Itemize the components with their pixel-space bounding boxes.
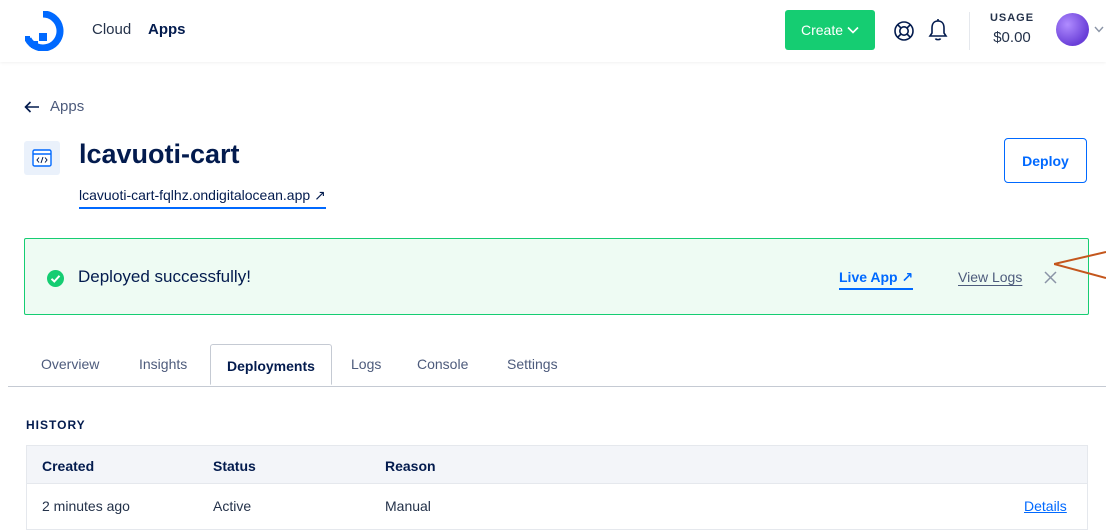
bell-icon[interactable] xyxy=(927,18,949,42)
app-url-text: lcavuoti-cart-fqlhz.ondigitalocean.app xyxy=(79,187,311,203)
history-heading: HISTORY xyxy=(26,418,86,432)
status-cell: Active xyxy=(213,498,252,514)
create-button[interactable]: Create xyxy=(785,10,875,50)
table-header: Created Status Reason xyxy=(27,446,1087,484)
tab-logs[interactable]: Logs xyxy=(351,356,381,372)
usage-label: USAGE xyxy=(989,12,1035,24)
avatar[interactable] xyxy=(1056,13,1089,46)
arrow-left-icon xyxy=(24,100,39,113)
tab-insights[interactable]: Insights xyxy=(139,356,187,372)
chevron-down-icon xyxy=(847,26,859,34)
back-label: Apps xyxy=(50,98,85,115)
usage-divider xyxy=(969,12,970,50)
external-link-icon: ↗ xyxy=(901,269,914,285)
check-circle-icon xyxy=(47,270,64,287)
deploy-success-banner: Deployed successfully! Live App ↗ View L… xyxy=(24,238,1089,315)
back-to-apps-link[interactable]: Apps xyxy=(24,98,84,115)
banner-message: Deployed successfully! xyxy=(78,267,251,286)
reason-cell: Manual xyxy=(385,498,431,514)
external-link-icon: ↗ xyxy=(314,187,326,203)
table-row[interactable]: 2 minutes ago Active Manual Details xyxy=(27,484,1087,529)
tab-overview[interactable]: Overview xyxy=(41,356,99,372)
create-button-label: Create xyxy=(800,22,844,38)
live-app-link[interactable]: Live App ↗ xyxy=(839,269,914,290)
deployments-table: Created Status Reason 2 minutes ago Acti… xyxy=(26,445,1088,530)
column-header-status: Status xyxy=(213,458,256,474)
tab-bar: Overview Insights Deployments Logs Conso… xyxy=(8,344,1106,387)
app-url-link[interactable]: lcavuoti-cart-fqlhz.ondigitalocean.app ↗ xyxy=(79,187,326,209)
tab-deployments[interactable]: Deployments xyxy=(210,344,332,385)
created-cell: 2 minutes ago xyxy=(42,498,130,514)
page-title: lcavuoti-cart xyxy=(79,139,240,169)
usage-value[interactable]: $0.00 xyxy=(988,29,1036,46)
view-logs-link[interactable]: View Logs xyxy=(958,269,1022,285)
tab-settings[interactable]: Settings xyxy=(507,356,558,372)
nav-apps-link[interactable]: Apps xyxy=(148,21,186,38)
tab-console[interactable]: Console xyxy=(417,356,468,372)
app-code-icon xyxy=(24,141,60,175)
deploy-button[interactable]: Deploy xyxy=(1004,138,1087,183)
column-header-reason: Reason xyxy=(385,458,436,474)
details-link[interactable]: Details xyxy=(1024,498,1067,514)
chevron-down-icon[interactable] xyxy=(1094,26,1104,33)
top-navbar: Cloud Apps Create USAGE $0.00 xyxy=(0,0,1106,62)
column-header-created: Created xyxy=(42,458,95,474)
live-app-label: Live App xyxy=(839,269,898,285)
annotation-arrow xyxy=(1054,251,1106,279)
support-icon[interactable] xyxy=(893,20,915,42)
digitalocean-logo-icon[interactable] xyxy=(22,11,64,51)
nav-cloud-link[interactable]: Cloud xyxy=(92,21,131,38)
